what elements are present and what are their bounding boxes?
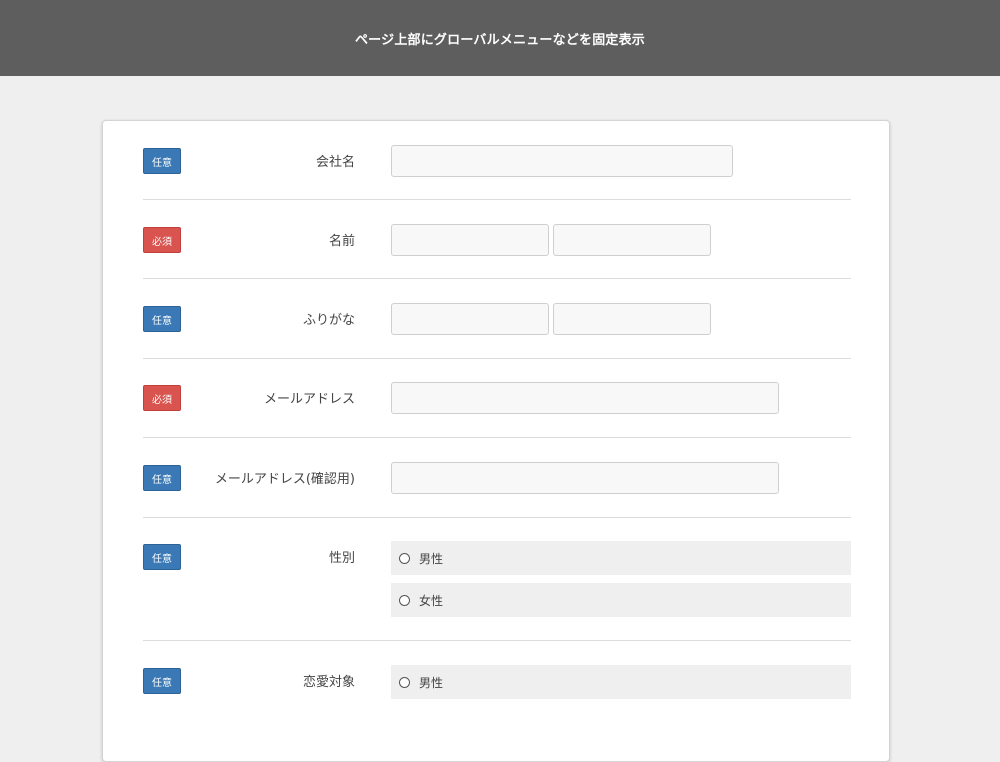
gender-option-female[interactable]: 女性: [391, 583, 851, 617]
radio-button[interactable]: [399, 676, 410, 688]
love-target-label: 恋愛対象: [302, 675, 355, 690]
company-label: 会社名: [315, 155, 355, 170]
optional-badge: 任意: [143, 668, 181, 694]
form-row-name: 必須 名前: [143, 224, 851, 256]
row-divider: [143, 517, 851, 518]
form-row-love-target: 任意 恋愛対象 男性: [143, 665, 851, 725]
last-name-kana-input[interactable]: [391, 303, 549, 335]
furigana-label: ふりがな: [302, 313, 355, 328]
love-target-option-male[interactable]: 男性: [391, 665, 851, 699]
gender-label: 性別: [328, 551, 355, 566]
first-name-input[interactable]: [553, 224, 711, 256]
gender-option-male[interactable]: 男性: [391, 541, 851, 575]
first-name-kana-input[interactable]: [553, 303, 711, 335]
form-row-furigana: 任意 ふりがな: [143, 303, 851, 335]
optional-badge: 任意: [143, 306, 181, 332]
email-confirm-input[interactable]: [391, 462, 779, 494]
required-badge: 必須: [143, 385, 181, 411]
radio-button[interactable]: [399, 594, 410, 606]
header-title: ページ上部にグローバルメニューなどを固定表示: [354, 32, 645, 48]
required-badge: 必須: [143, 227, 181, 253]
name-label: 名前: [328, 234, 355, 249]
row-divider: [143, 358, 851, 359]
form-row-gender: 任意 性別 男性 女性: [143, 541, 851, 619]
form-row-company: 任意 会社名: [143, 145, 851, 177]
radio-label: 男性: [419, 675, 444, 690]
email-confirm-label: メールアドレス(確認用): [214, 472, 355, 487]
row-divider: [143, 278, 851, 279]
row-divider: [143, 199, 851, 200]
radio-label: 男性: [419, 551, 444, 566]
form-row-email-confirm: 任意 メールアドレス(確認用): [143, 462, 851, 494]
radio-label: 女性: [419, 593, 444, 608]
form-card: 任意 会社名 必須 名前 任意 ふりがな 必須 メールアドレス 任意 メールアド…: [102, 120, 890, 762]
email-input[interactable]: [391, 382, 779, 414]
row-divider: [143, 437, 851, 438]
radio-button[interactable]: [399, 552, 410, 564]
row-divider: [143, 640, 851, 641]
optional-badge: 任意: [143, 148, 181, 174]
global-header: ページ上部にグローバルメニューなどを固定表示: [0, 0, 1000, 76]
company-input[interactable]: [391, 145, 733, 177]
optional-badge: 任意: [143, 544, 181, 570]
email-label: メールアドレス: [263, 392, 355, 407]
optional-badge: 任意: [143, 465, 181, 491]
last-name-input[interactable]: [391, 224, 549, 256]
form-row-email: 必須 メールアドレス: [143, 382, 851, 414]
